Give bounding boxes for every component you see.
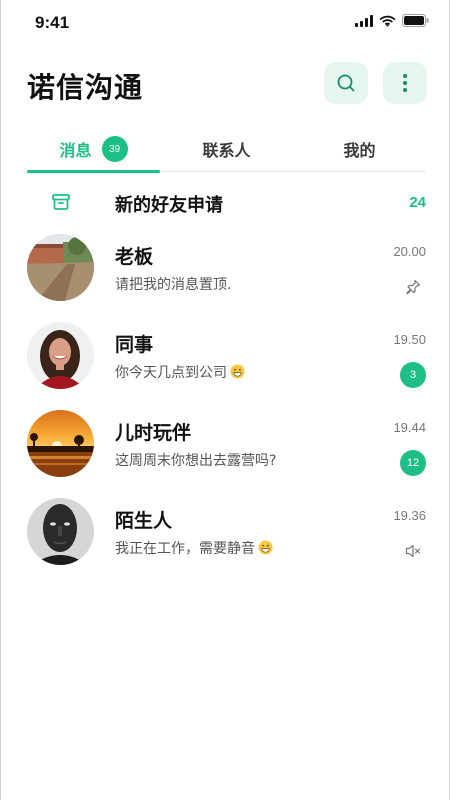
avatar <box>27 498 94 565</box>
chat-preview: 你今天几点到公司 <box>115 362 245 382</box>
chat-item-stranger[interactable]: 陌生人 我正在工作，需要静音 19.36 <box>27 498 426 568</box>
chat-status <box>400 274 426 300</box>
friend-request-count: 24 <box>409 194 426 211</box>
status-icons <box>355 14 429 27</box>
chat-name: 陌生人 <box>115 510 173 532</box>
app-screen: 9:41 诺信沟通 消息 39 联系人 我的 新的好友申请 24 老板 请把我的… <box>0 0 450 800</box>
chat-preview: 请把我的消息置顶. <box>115 274 231 294</box>
chat-preview-text: 我正在工作，需要静音 <box>115 541 255 557</box>
pin-icon <box>406 279 421 295</box>
wifi-icon <box>379 15 396 27</box>
grin-emoji-icon <box>230 364 245 379</box>
chat-item-childhood-friend[interactable]: 儿时玩伴 这周周末你想出去露营吗? 19.44 12 <box>27 410 426 480</box>
chat-time: 19.44 <box>393 420 426 435</box>
app-title: 诺信沟通 <box>27 71 144 104</box>
active-tab-indicator <box>27 170 160 173</box>
tab-bar: 消息 39 联系人 我的 <box>27 128 426 173</box>
more-vertical-icon <box>403 74 407 92</box>
battery-icon <box>402 14 429 27</box>
unread-badge: 3 <box>400 362 426 388</box>
search-icon <box>337 74 355 92</box>
tab-messages[interactable]: 消息 39 <box>27 128 160 170</box>
friend-request-row[interactable]: 新的好友申请 24 <box>27 178 426 228</box>
chat-preview-text: 这周周末你想出去露营吗? <box>115 453 277 469</box>
chat-preview: 我正在工作，需要静音 <box>115 538 273 558</box>
status-time: 9:41 <box>35 13 70 32</box>
search-button[interactable] <box>324 62 368 104</box>
avatar <box>27 234 94 301</box>
tab-mine[interactable]: 我的 <box>293 128 426 170</box>
tab-contacts-label: 联系人 <box>202 141 251 160</box>
chat-item-colleague[interactable]: 同事 你今天几点到公司 19.50 3 <box>27 322 426 392</box>
unread-badge: 12 <box>400 450 426 476</box>
chat-preview: 这周周末你想出去露营吗? <box>115 450 276 470</box>
avatar <box>27 322 94 389</box>
chat-status <box>400 538 426 564</box>
chat-name: 儿时玩伴 <box>115 422 192 444</box>
tab-messages-label: 消息 <box>59 141 92 160</box>
chat-preview-text: 你今天几点到公司 <box>115 365 227 381</box>
archive-icon <box>52 194 70 210</box>
tab-mine-label: 我的 <box>343 141 376 160</box>
chat-status: 3 <box>400 362 426 388</box>
chat-name: 老板 <box>115 246 154 268</box>
chat-time: 19.50 <box>393 332 426 347</box>
tab-messages-badge: 39 <box>101 136 128 162</box>
chat-name: 同事 <box>115 334 154 356</box>
status-bar: 9:41 <box>1 0 450 44</box>
chat-item-boss[interactable]: 老板 请把我的消息置顶. 20.00 <box>27 234 426 304</box>
chat-time: 20.00 <box>393 244 426 259</box>
chat-status: 12 <box>400 450 426 476</box>
friend-request-label: 新的好友申请 <box>115 195 223 216</box>
tab-contacts[interactable]: 联系人 <box>160 128 293 170</box>
muted-icon <box>405 544 421 558</box>
chat-time: 19.36 <box>393 508 426 523</box>
avatar <box>27 410 94 477</box>
signal-icon <box>355 14 373 27</box>
chat-preview-text: 请把我的消息置顶. <box>115 277 232 293</box>
more-button[interactable] <box>383 62 427 104</box>
grin-emoji-icon <box>258 540 273 555</box>
